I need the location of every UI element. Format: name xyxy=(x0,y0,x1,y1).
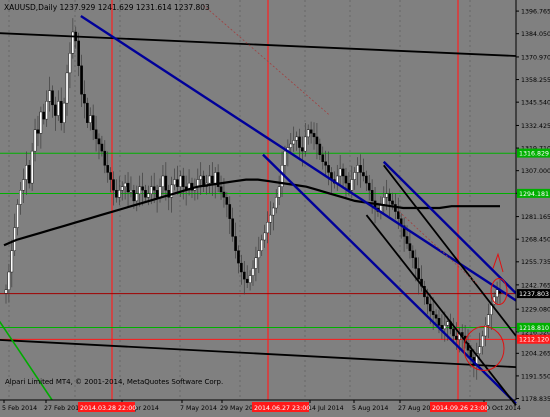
x-tick-5: 14 Jul 2014 xyxy=(308,400,344,412)
price-label-0: 1316.829 xyxy=(517,148,550,158)
svg-text:1332.425: 1332.425 xyxy=(521,123,550,130)
y-tick-7: 1307.000 xyxy=(516,168,550,175)
y-tick-5: 1332.425 xyxy=(516,123,550,130)
copyright-footer: Alpari Limited MT4, © 2001-2014, MetaQuo… xyxy=(5,378,223,386)
svg-text:1218.810: 1218.810 xyxy=(519,325,549,332)
svg-text:2014.06.27 23:00: 2014.06.27 23:00 xyxy=(254,405,310,412)
y-tick-9: 1281.165 xyxy=(516,214,550,221)
svg-text:1294.181: 1294.181 xyxy=(519,191,549,198)
svg-text:1370.970: 1370.970 xyxy=(521,54,550,61)
y-tick-12: 1242.765 xyxy=(516,282,550,289)
svg-text:1281.165: 1281.165 xyxy=(521,214,550,221)
price-label-2: 1237.803 xyxy=(517,289,550,299)
y-tick-1: 1384.050 xyxy=(516,31,550,38)
svg-text:1242.765: 1242.765 xyxy=(521,282,550,289)
y-tick-16: 1191.550 xyxy=(516,373,550,380)
chart-window[interactable]: 1396.765 1384.050 1370.970 1358.255 1345.540… xyxy=(0,0,550,413)
svg-text:1255.735: 1255.735 xyxy=(521,259,550,266)
svg-text:1307.000: 1307.000 xyxy=(521,168,550,175)
chart-header: XAUUSD,Daily 1237.929 1241.629 1231.614 … xyxy=(4,3,210,12)
y-tick-17: 1178.835 xyxy=(516,396,550,403)
y-tick-11: 1255.735 xyxy=(516,259,550,266)
svg-text:5 Feb 2014: 5 Feb 2014 xyxy=(2,405,37,412)
svg-text:7 May 2014: 7 May 2014 xyxy=(180,405,217,412)
x-tick-3: 7 May 2014 xyxy=(180,400,217,412)
svg-text:14 Jul 2014: 14 Jul 2014 xyxy=(308,405,344,412)
svg-text:2014.03.28 22:00: 2014.03.28 22:00 xyxy=(80,405,136,412)
svg-text:1237.803: 1237.803 xyxy=(519,291,549,298)
y-tick-10: 1268.450 xyxy=(516,237,550,244)
price-chart[interactable]: 1396.765 1384.050 1370.970 1358.255 1345.540… xyxy=(0,0,550,413)
y-tick-13: 1229.080 xyxy=(516,307,550,314)
highlighted-date-2: 2014.09.26 23:00 xyxy=(430,402,488,412)
x-tick-6: 5 Aug 2014 xyxy=(352,400,388,412)
highlighted-date-0: 2014.03.28 22:00 xyxy=(78,402,136,412)
y-tick-15: 1204.265 xyxy=(516,351,550,358)
y-tick-4: 1345.540 xyxy=(516,100,550,107)
svg-text:1316.829: 1316.829 xyxy=(519,151,549,158)
svg-text:5 Aug 2014: 5 Aug 2014 xyxy=(352,405,388,412)
y-tick-3: 1358.255 xyxy=(516,77,550,84)
price-label-3: 1218.810 xyxy=(517,322,550,332)
x-tick-0: 5 Feb 2014 xyxy=(2,400,37,412)
svg-text:1212.120: 1212.120 xyxy=(519,337,549,344)
highlighted-date-1: 2014.06.27 23:00 xyxy=(252,402,310,412)
svg-text:1345.540: 1345.540 xyxy=(521,100,550,107)
svg-text:2014.09.26 23:00: 2014.09.26 23:00 xyxy=(432,405,488,412)
svg-text:1178.835: 1178.835 xyxy=(521,396,550,403)
svg-text:1229.080: 1229.080 xyxy=(521,307,550,314)
y-tick-0: 1396.765 xyxy=(516,8,550,15)
price-label-1: 1294.181 xyxy=(517,188,550,198)
price-label-4: 1212.120 xyxy=(517,334,550,344)
svg-text:1384.050: 1384.050 xyxy=(521,31,550,38)
y-tick-2: 1370.970 xyxy=(516,54,550,61)
svg-text:1268.450: 1268.450 xyxy=(521,237,550,244)
svg-text:1396.765: 1396.765 xyxy=(521,8,550,15)
svg-text:27 Feb 2014: 27 Feb 2014 xyxy=(44,405,83,412)
svg-text:1358.255: 1358.255 xyxy=(521,77,550,84)
svg-text:1191.550: 1191.550 xyxy=(521,373,550,380)
x-tick-1: 27 Feb 2014 xyxy=(44,400,83,412)
svg-text:1204.265: 1204.265 xyxy=(521,351,550,358)
